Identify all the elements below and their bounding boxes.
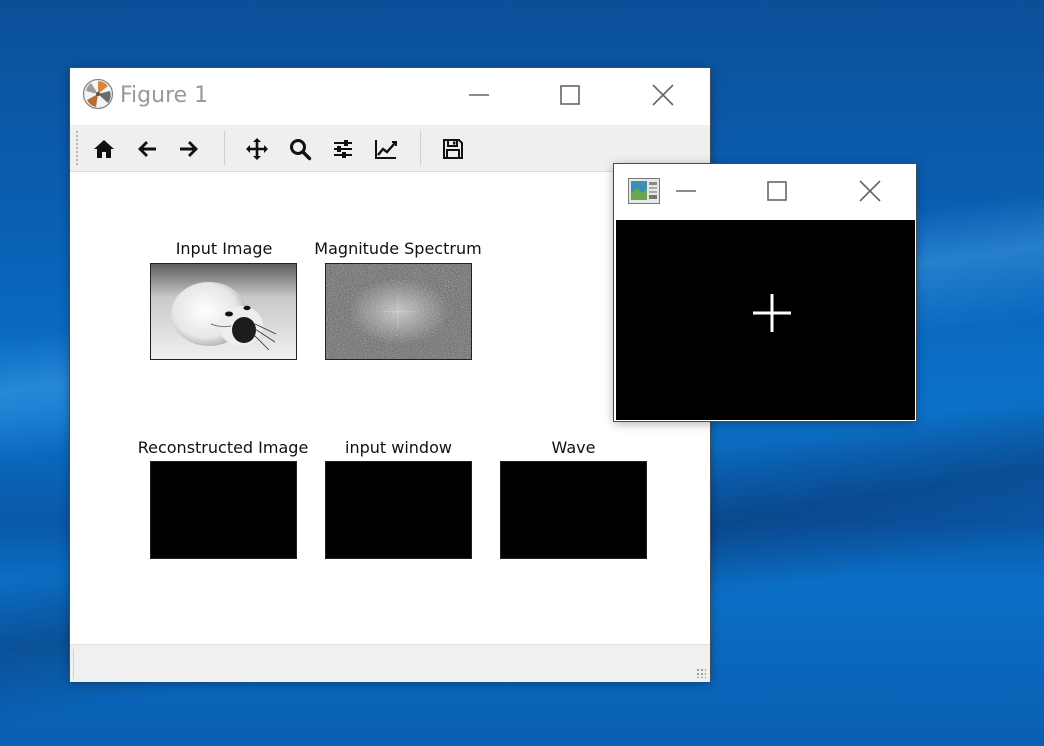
minimize-icon	[676, 190, 696, 192]
search-icon	[290, 139, 312, 161]
resize-grip[interactable]	[696, 668, 706, 678]
subplot-title: Wave	[551, 438, 596, 457]
seal-image	[151, 264, 296, 359]
subplot-title: Input Image	[175, 239, 273, 258]
back-button[interactable]	[131, 133, 163, 165]
close-button[interactable]	[850, 171, 890, 211]
pan-button[interactable]	[241, 133, 273, 165]
matplotlib-logo-icon	[82, 78, 114, 110]
image-viewport[interactable]	[616, 220, 915, 420]
maximize-button[interactable]	[550, 75, 590, 115]
app-icon	[628, 178, 660, 204]
plus-icon	[753, 294, 791, 332]
reconstructed-image-axes[interactable]	[150, 461, 297, 559]
save-button[interactable]	[437, 133, 469, 165]
home-icon	[94, 140, 114, 158]
edit-axis-button[interactable]	[370, 133, 402, 165]
image-window	[614, 164, 916, 421]
configure-subplots-button[interactable]	[327, 133, 359, 165]
home-button[interactable]	[88, 133, 120, 165]
zoom-button[interactable]	[284, 133, 316, 165]
move-icon	[246, 138, 268, 160]
sliders-icon	[334, 140, 352, 158]
figure-titlebar[interactable]: Figure 1	[70, 68, 710, 125]
input-image-axes[interactable]	[150, 263, 297, 360]
image-window-titlebar[interactable]	[614, 164, 916, 220]
minimize-icon	[469, 94, 489, 96]
input-window-axes[interactable]	[325, 461, 472, 559]
minimize-button[interactable]	[460, 75, 500, 115]
arrow-right-icon	[180, 141, 198, 157]
spectrum-image	[326, 264, 471, 359]
close-icon	[652, 84, 674, 106]
window-title: Figure 1	[120, 83, 209, 108]
toolbar-separator	[224, 131, 225, 165]
wave-axes[interactable]	[500, 461, 647, 559]
close-icon	[859, 180, 881, 202]
line-chart-icon	[375, 140, 397, 159]
magnitude-spectrum-axes[interactable]	[325, 263, 472, 360]
minimize-button[interactable]	[666, 171, 706, 211]
subplot-title: Magnitude Spectrum	[314, 239, 482, 258]
toolbar-separator	[420, 131, 421, 165]
maximize-button[interactable]	[757, 171, 797, 211]
maximize-icon	[560, 85, 580, 105]
toolbar-grip[interactable]	[76, 131, 78, 165]
floppy-disk-icon	[443, 139, 463, 159]
subplot-title: Reconstructed Image	[137, 438, 309, 457]
status-separator	[73, 649, 74, 679]
maximize-icon	[767, 181, 787, 201]
arrow-left-icon	[138, 141, 156, 157]
close-button[interactable]	[643, 75, 683, 115]
forward-button[interactable]	[173, 133, 205, 165]
status-bar	[70, 644, 710, 682]
subplot-title: input window	[345, 438, 452, 457]
